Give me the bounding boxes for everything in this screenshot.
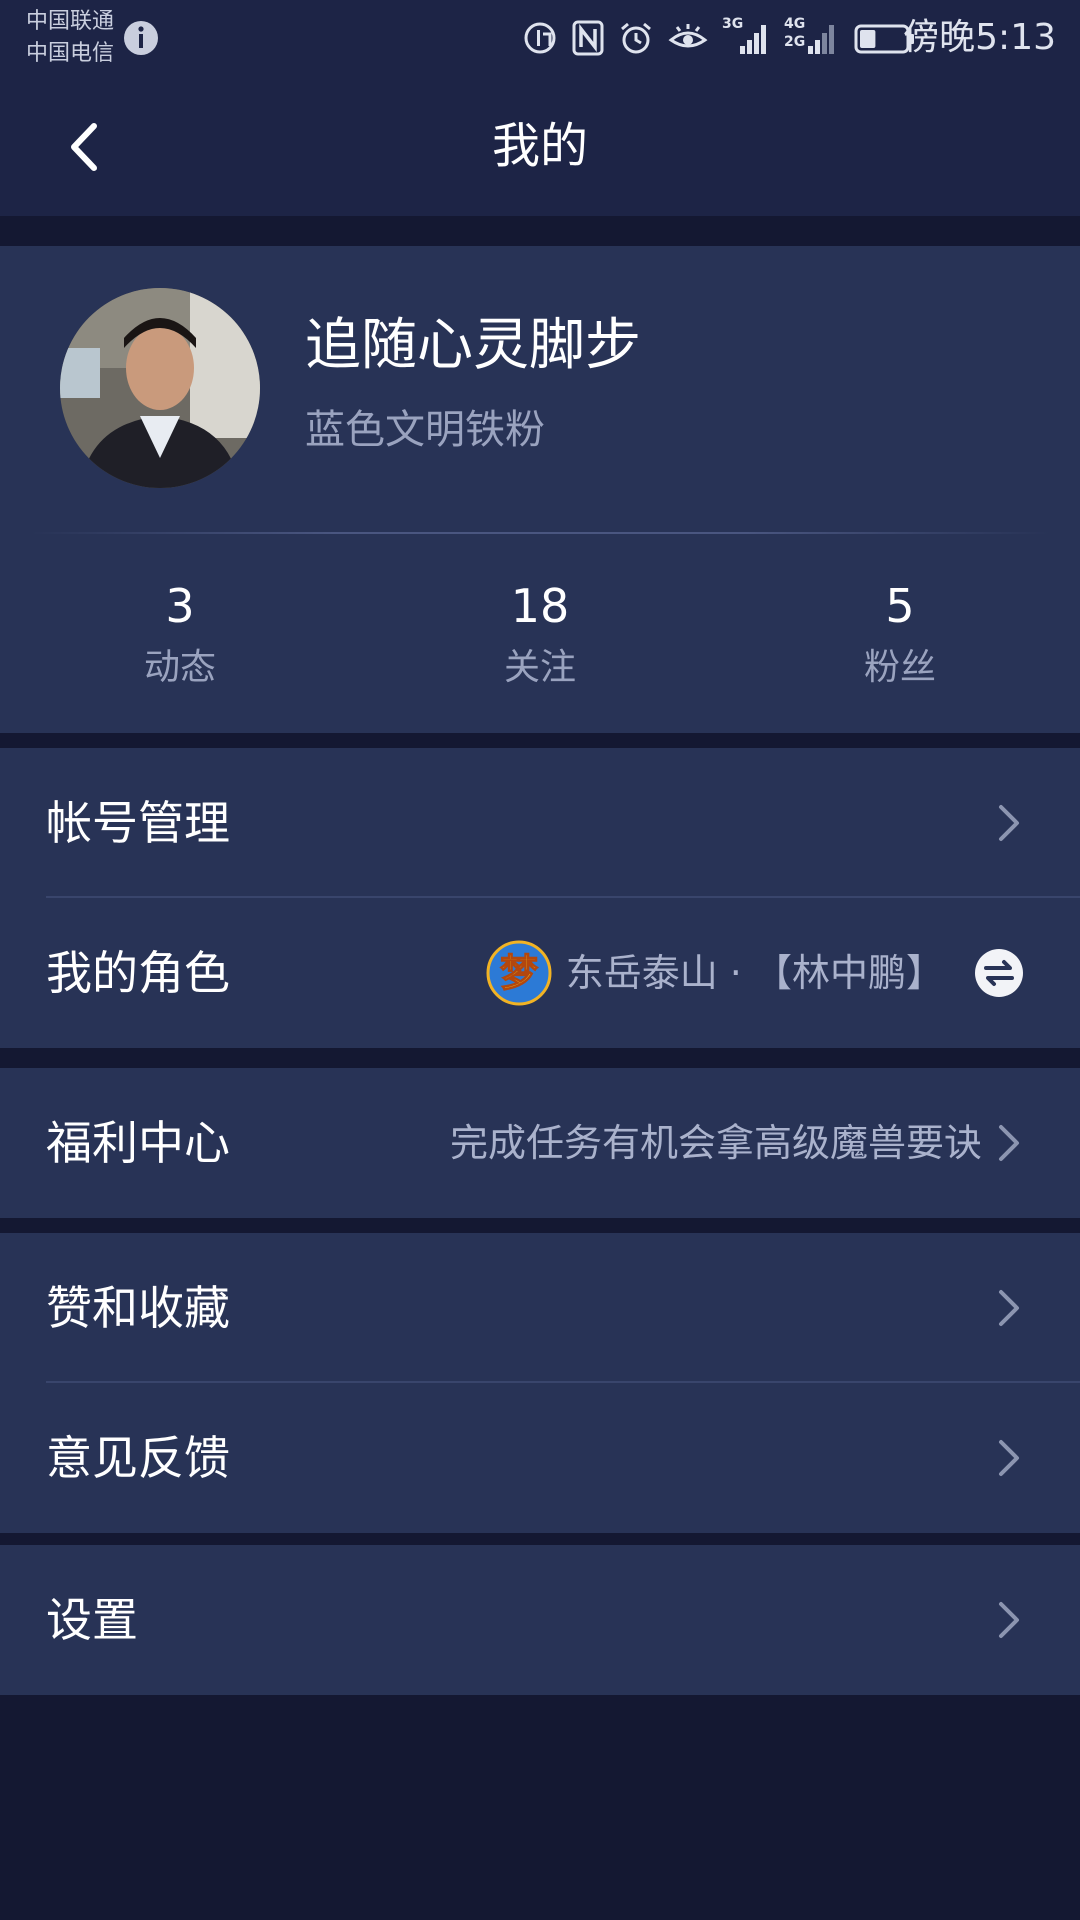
stat-following[interactable]: 18 关注 <box>360 576 720 692</box>
row-label: 我的角色 <box>46 946 230 1000</box>
welfare-hint: 完成任务有机会拿高级魔兽要诀 <box>449 1121 982 1165</box>
signal-icon: 3G <box>722 16 770 56</box>
nfc-icon <box>572 20 604 56</box>
role-description: 东岳泰山 · 【林中鹏】 <box>566 941 944 1005</box>
row-label: 设置 <box>46 1593 138 1647</box>
swap-icon[interactable] <box>974 948 1024 998</box>
feedback-row[interactable]: 意见反馈 <box>0 1383 1080 1533</box>
role-separator: · <box>729 951 742 995</box>
menu-group-account: 帐号管理 我的角色 梦 东岳泰山 · 【林中鹏】 <box>0 748 1080 1048</box>
carrier-2-label: 中国电信 <box>26 41 115 66</box>
chevron-right-icon <box>999 1125 1019 1161</box>
profile-card: 追随心灵脚步 蓝色文明铁粉 3 动态 18 关注 5 粉丝 <box>0 246 1080 733</box>
chevron-right-icon <box>999 805 1019 841</box>
stat-label: 粉丝 <box>863 647 936 688</box>
stat-value: 5 <box>885 579 915 633</box>
row-label: 帐号管理 <box>46 796 230 850</box>
my-role-row[interactable]: 我的角色 梦 东岳泰山 · 【林中鹏】 <box>0 898 1080 1048</box>
page-title: 我的 <box>491 118 588 174</box>
menu-group-settings: 设置 <box>0 1545 1080 1695</box>
likes-favorites-row[interactable]: 赞和收藏 <box>0 1233 1080 1383</box>
game-logo-icon: 梦 <box>486 940 552 1006</box>
chevron-right-icon <box>999 1440 1019 1476</box>
status-time: 傍晚5:13 <box>903 17 1056 58</box>
info-icon <box>124 21 158 55</box>
carrier-info: 中国联通 中国电信 <box>26 6 114 70</box>
settings-row[interactable]: 设置 <box>0 1545 1080 1695</box>
eye-comfort-icon <box>668 24 708 48</box>
stat-label: 关注 <box>503 647 576 688</box>
stat-label: 动态 <box>143 647 216 688</box>
stat-value: 3 <box>165 579 195 633</box>
row-label: 意见反馈 <box>46 1431 230 1485</box>
carrier-1-label: 中国联通 <box>26 9 115 34</box>
status-bar: 中国联通 中国电信 3G 4G 2G 傍晚5:13 <box>0 0 1080 76</box>
chevron-right-icon <box>999 1290 1019 1326</box>
role-info: 梦 东岳泰山 · 【林中鹏】 <box>486 940 1024 1006</box>
row-label: 福利中心 <box>46 1116 230 1170</box>
role-character: 【林中鹏】 <box>753 951 944 995</box>
stat-posts[interactable]: 3 动态 <box>0 576 360 692</box>
alarm-icon <box>621 22 651 54</box>
row-label: 赞和收藏 <box>46 1281 230 1335</box>
stat-followers[interactable]: 5 粉丝 <box>720 576 1080 692</box>
user-tag: 蓝色文明铁粉 <box>305 407 545 453</box>
avatar[interactable] <box>60 288 260 488</box>
chevron-right-icon <box>999 1602 1019 1638</box>
menu-group-likes: 赞和收藏 意见反馈 <box>0 1233 1080 1533</box>
signal-icon: 4G 2G <box>784 16 840 56</box>
account-management-row[interactable]: 帐号管理 <box>0 748 1080 898</box>
hd-call-icon <box>524 22 556 54</box>
stats-row: 3 动态 18 关注 5 粉丝 <box>0 576 1080 692</box>
stat-value: 18 <box>510 579 570 633</box>
status-icons: 3G 4G 2G <box>522 16 916 58</box>
game-logo-glyph: 梦 <box>500 951 538 995</box>
nav-bar: 我的 <box>0 76 1080 216</box>
username: 追随心灵脚步 <box>305 313 641 378</box>
role-server: 东岳泰山 <box>565 951 718 995</box>
divider <box>30 532 1050 534</box>
welfare-center-row[interactable]: 福利中心 完成任务有机会拿高级魔兽要诀 <box>0 1068 1080 1218</box>
menu-group-welfare: 福利中心 完成任务有机会拿高级魔兽要诀 <box>0 1068 1080 1218</box>
